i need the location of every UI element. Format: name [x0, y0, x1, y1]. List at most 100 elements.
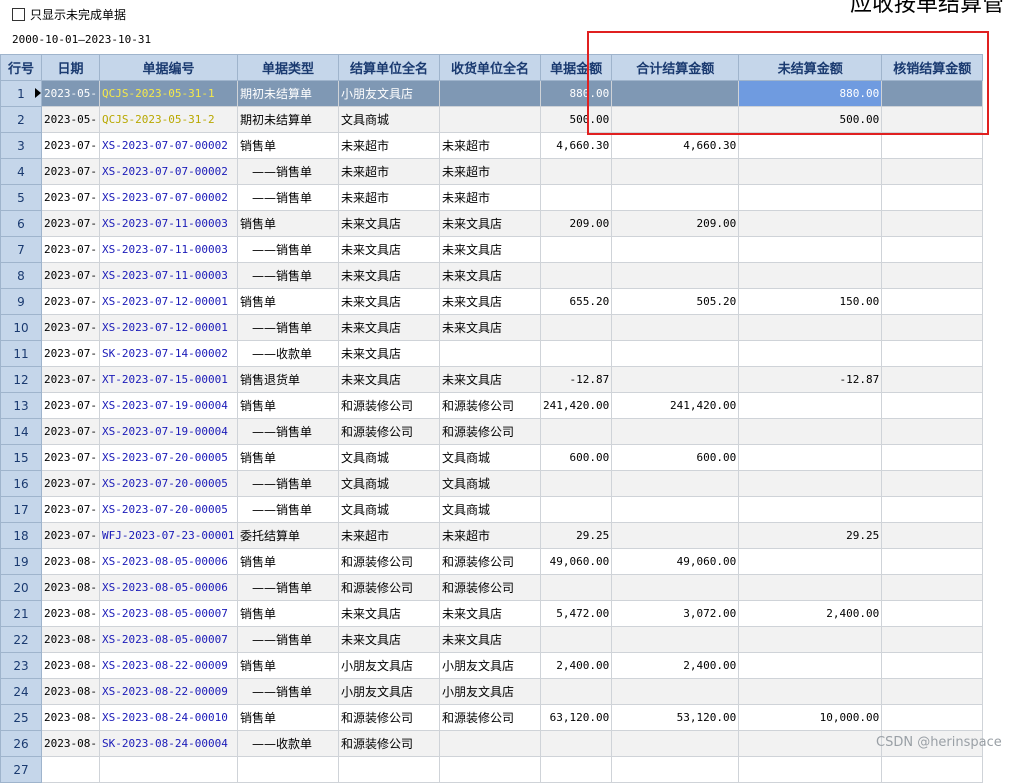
writeoff-cell[interactable] — [881, 262, 984, 289]
document-type-cell[interactable]: 销售单 — [236, 704, 339, 731]
settlement-unit-cell[interactable]: 未来超市 — [337, 522, 440, 549]
row-number-cell[interactable]: 6 — [0, 210, 42, 237]
document-amount-cell[interactable] — [539, 574, 613, 601]
table-row[interactable]: 19 2023-08- XS-2023-08-05-00006 销售单 和源装修公司 和源… — [0, 548, 984, 575]
row-number-cell[interactable]: 7 — [0, 236, 42, 263]
show-incomplete-only-checkbox[interactable]: 只显示未完成单据 — [12, 6, 126, 23]
table-row[interactable]: 12 2023-07- XT-2023-07-15-00001 销售退货单 未来文具店未… — [0, 366, 984, 393]
table-row[interactable]: 18 2023-07- WFJ-2023-07-23-00001 委托结算单 未来超市未… — [0, 522, 984, 549]
table-row[interactable]: 13 2023-07- XS-2023-07-19-00004 销售单 和源装修公司 和源… — [0, 392, 984, 419]
total-settled-cell[interactable]: 49,060.00 — [611, 548, 740, 575]
document-type-cell[interactable]: ——销售单 — [236, 236, 339, 263]
receiving-unit-cell[interactable]: 文具商城 — [438, 470, 541, 497]
writeoff-cell[interactable] — [881, 444, 984, 471]
row-number-cell[interactable]: 22 — [0, 626, 42, 653]
date-cell[interactable]: 2023-07- — [41, 470, 100, 497]
document-amount-cell[interactable]: 209.00 — [539, 210, 613, 237]
document-amount-cell[interactable]: 880.00 — [539, 80, 613, 107]
writeoff-cell[interactable] — [881, 418, 984, 445]
document-type-cell[interactable]: ——销售单 — [236, 314, 339, 341]
date-cell[interactable]: 2023-07- — [41, 210, 100, 237]
writeoff-cell[interactable] — [881, 626, 984, 653]
document-amount-cell[interactable]: 29.25 — [539, 522, 613, 549]
row-number-cell[interactable]: 11 — [0, 340, 42, 367]
document-type-cell[interactable]: 销售单 — [236, 444, 339, 471]
receiving-unit-cell[interactable] — [438, 756, 541, 783]
date-cell[interactable]: 2023-07- — [41, 340, 100, 367]
total-settled-cell[interactable] — [611, 730, 740, 757]
unsettled-cell[interactable] — [738, 470, 883, 497]
settlement-unit-cell[interactable]: 小朋友文具店 — [337, 652, 440, 679]
col-header-settlement-unit[interactable]: 结算单位全名 — [337, 54, 440, 81]
row-number-cell[interactable]: 24 — [0, 678, 42, 705]
table-row[interactable]: 17 2023-07- XS-2023-07-20-00005 ——销售单 文具商城 文具… — [0, 496, 984, 523]
settlement-unit-cell[interactable]: 未来超市 — [337, 132, 440, 159]
date-cell[interactable]: 2023-08- — [41, 574, 100, 601]
writeoff-cell[interactable] — [881, 314, 984, 341]
unsettled-cell[interactable] — [738, 626, 883, 653]
date-cell[interactable]: 2023-05- — [41, 106, 100, 133]
receiving-unit-cell[interactable]: 未来超市 — [438, 132, 541, 159]
total-settled-cell[interactable] — [611, 340, 740, 367]
writeoff-cell[interactable] — [881, 210, 984, 237]
total-settled-cell[interactable] — [611, 80, 740, 107]
unsettled-cell[interactable] — [738, 678, 883, 705]
table-row[interactable]: 8 2023-07- XS-2023-07-11-00003 ——销售单 未来文具店 未来… — [0, 262, 984, 289]
writeoff-cell[interactable] — [881, 574, 984, 601]
row-number-cell[interactable]: 20 — [0, 574, 42, 601]
date-cell[interactable]: 2023-07- — [41, 392, 100, 419]
writeoff-cell[interactable] — [881, 652, 984, 679]
date-cell[interactable]: 2023-07- — [41, 132, 100, 159]
date-cell[interactable]: 2023-08- — [41, 652, 100, 679]
receiving-unit-cell[interactable]: 和源装修公司 — [438, 704, 541, 731]
table-row[interactable]: 14 2023-07- XS-2023-07-19-00004 ——销售单 和源装修公司… — [0, 418, 984, 445]
row-number-cell[interactable]: 1 — [0, 80, 42, 107]
unsettled-cell[interactable] — [738, 444, 883, 471]
document-type-cell[interactable]: 销售单 — [236, 132, 339, 159]
document-type-cell[interactable]: 销售单 — [236, 288, 339, 315]
document-number-link[interactable]: XS-2023-07-11-00003 — [98, 262, 238, 289]
receiving-unit-cell[interactable]: 未来超市 — [438, 184, 541, 211]
row-number-cell[interactable]: 12 — [0, 366, 42, 393]
document-number-link[interactable]: XS-2023-08-05-00007 — [98, 626, 238, 653]
document-type-cell[interactable]: ——销售单 — [236, 158, 339, 185]
document-amount-cell[interactable] — [539, 236, 613, 263]
total-settled-cell[interactable] — [611, 496, 740, 523]
document-amount-cell[interactable]: 241,420.00 — [539, 392, 613, 419]
document-type-cell[interactable]: 销售退货单 — [236, 366, 339, 393]
document-amount-cell[interactable] — [539, 418, 613, 445]
unsettled-cell[interactable] — [738, 158, 883, 185]
date-cell[interactable]: 2023-07- — [41, 444, 100, 471]
receiving-unit-cell[interactable]: 未来文具店 — [438, 210, 541, 237]
total-settled-cell[interactable] — [611, 106, 740, 133]
unsettled-cell[interactable] — [738, 314, 883, 341]
row-number-cell[interactable]: 2 — [0, 106, 42, 133]
row-number-cell[interactable]: 3 — [0, 132, 42, 159]
receiving-unit-cell[interactable]: 未来文具店 — [438, 262, 541, 289]
unsettled-cell[interactable]: 29.25 — [738, 522, 883, 549]
settlement-unit-cell[interactable]: 未来文具店 — [337, 262, 440, 289]
document-amount-cell[interactable]: 655.20 — [539, 288, 613, 315]
document-number-link[interactable]: XS-2023-07-12-00001 — [98, 314, 238, 341]
document-type-cell[interactable]: 委托结算单 — [236, 522, 339, 549]
date-cell[interactable]: 2023-08- — [41, 548, 100, 575]
row-number-cell[interactable]: 25 — [0, 704, 42, 731]
table-row[interactable]: 3 2023-07- XS-2023-07-07-00002 销售单 未来超市 未来超市 4… — [0, 132, 984, 159]
total-settled-cell[interactable] — [611, 366, 740, 393]
col-header-date[interactable]: 日期 — [41, 54, 100, 81]
table-row[interactable]: 23 2023-08- XS-2023-08-22-00009 销售单 小朋友文具店 小朋… — [0, 652, 984, 679]
settlement-unit-cell[interactable] — [337, 756, 440, 783]
unsettled-cell[interactable] — [738, 652, 883, 679]
row-number-cell[interactable]: 26 — [0, 730, 42, 757]
checkbox-box[interactable] — [12, 8, 25, 21]
settlement-unit-cell[interactable]: 未来文具店 — [337, 314, 440, 341]
total-settled-cell[interactable] — [611, 236, 740, 263]
document-amount-cell[interactable]: 5,472.00 — [539, 600, 613, 627]
col-header-row-number[interactable]: 行号 — [0, 54, 42, 81]
settlement-unit-cell[interactable]: 和源装修公司 — [337, 548, 440, 575]
total-settled-cell[interactable] — [611, 626, 740, 653]
document-number-link[interactable]: SK-2023-07-14-00002 — [98, 340, 238, 367]
settlement-unit-cell[interactable]: 文具商城 — [337, 444, 440, 471]
settlement-unit-cell[interactable]: 未来文具店 — [337, 210, 440, 237]
date-cell[interactable]: 2023-08- — [41, 600, 100, 627]
